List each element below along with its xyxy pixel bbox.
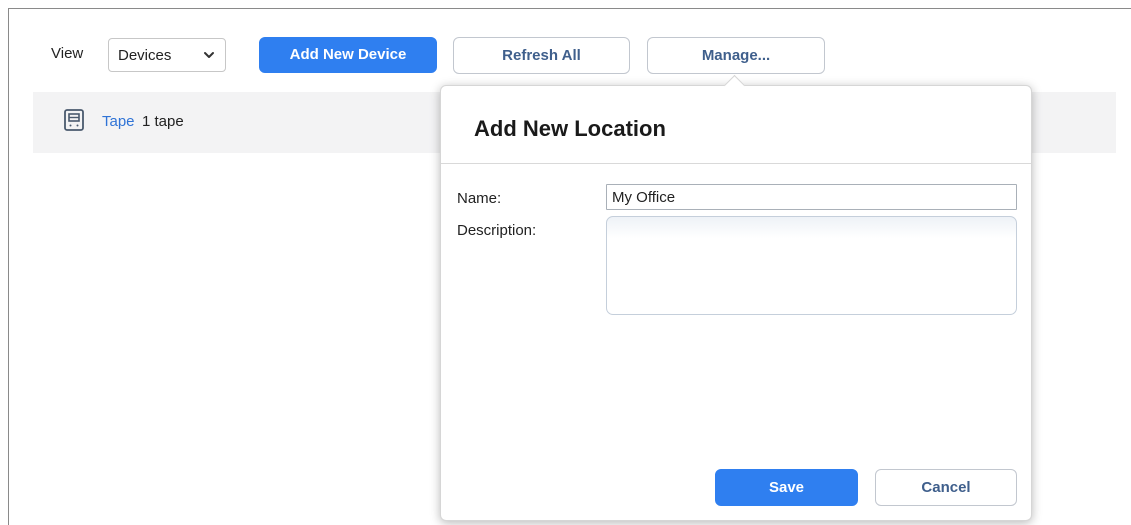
description-input[interactable] bbox=[606, 216, 1017, 315]
tape-device-icon bbox=[64, 109, 84, 131]
chevron-down-icon bbox=[204, 52, 214, 58]
refresh-all-button[interactable]: Refresh All bbox=[453, 37, 630, 74]
name-input[interactable] bbox=[606, 184, 1017, 210]
view-select-value: Devices bbox=[118, 47, 172, 64]
dialog-title: Add New Location bbox=[474, 116, 666, 141]
add-new-device-button[interactable]: Add New Device bbox=[259, 37, 437, 73]
dialog-divider bbox=[441, 163, 1031, 164]
add-location-dialog: Add New Location Name: Description: Save… bbox=[440, 85, 1032, 521]
manage-button[interactable]: Manage... bbox=[647, 37, 825, 74]
description-label: Description: bbox=[457, 222, 537, 239]
view-select[interactable]: Devices bbox=[108, 38, 226, 72]
view-label: View bbox=[51, 45, 84, 62]
name-label: Name: bbox=[457, 190, 502, 207]
cancel-button[interactable]: Cancel bbox=[875, 469, 1017, 506]
save-button[interactable]: Save bbox=[715, 469, 858, 506]
device-count: 1 tape bbox=[142, 113, 184, 130]
device-type-link-tape[interactable]: Tape bbox=[102, 113, 135, 130]
